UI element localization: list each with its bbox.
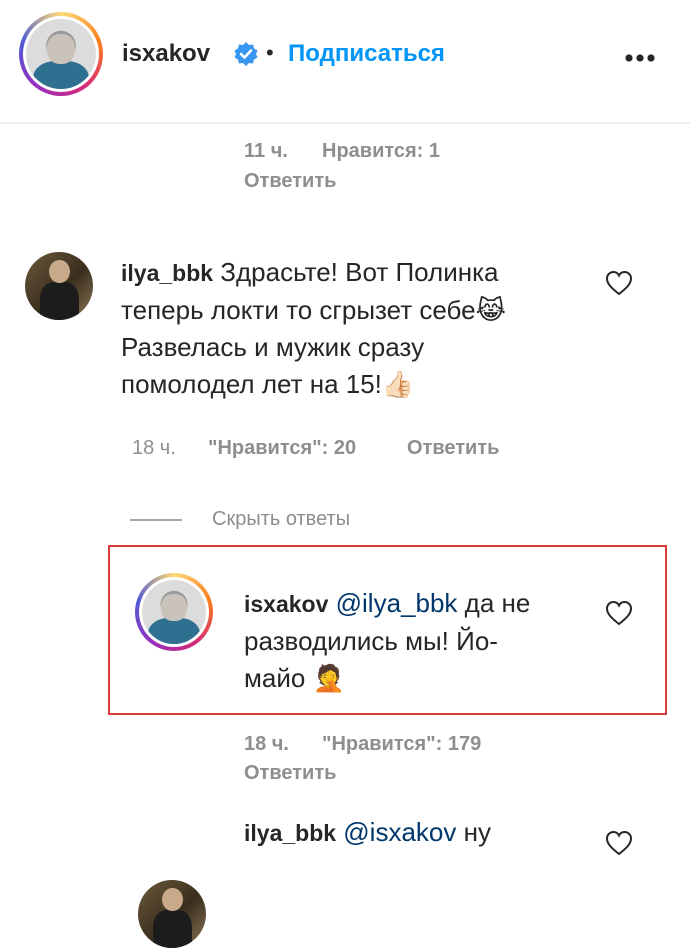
thumbs-up-emoji-icon: 👍🏻 (381, 369, 415, 399)
cat-laugh-emoji-icon: 😹 (475, 295, 506, 325)
header-divider (0, 122, 690, 124)
reply-text: ну (463, 817, 491, 847)
hide-replies-line (130, 519, 182, 521)
reply-button[interactable]: Ответить (407, 437, 499, 460)
reply-time: 18 ч. (244, 733, 289, 755)
header-username[interactable]: isxakov (122, 40, 210, 68)
mention-link[interactable]: @isxakov (343, 817, 456, 847)
reply-likes[interactable]: "Нравится": 179 (322, 733, 481, 756)
hide-replies-button[interactable]: Скрыть ответы (212, 508, 350, 531)
reply-body: isxakov @ilya_bbk да не разводились мы! … (244, 585, 564, 697)
comment-text-line: Здрасьте! Вот Полинка (220, 257, 499, 287)
mention-link[interactable]: @ilya_bbk (336, 588, 458, 618)
comment-text-line: теперь локти то сгрызет себе (121, 295, 476, 325)
reply-username[interactable]: isxakov (244, 591, 328, 617)
more-icon[interactable] (624, 50, 656, 68)
comment-body: ilya_bbk Здрасьте! Вот Полинка теперь ло… (121, 254, 581, 403)
header-dot: • (266, 40, 274, 65)
like-heart-icon[interactable] (605, 830, 633, 861)
header-avatar-ring[interactable] (19, 12, 103, 96)
avatar[interactable] (138, 880, 206, 948)
avatar (142, 580, 206, 644)
reply-text: разводились мы! Йо- (244, 626, 498, 656)
follow-button[interactable]: Подписаться (288, 40, 445, 68)
reply-text: майо (244, 663, 306, 693)
reply-username[interactable]: ilya_bbk (244, 820, 336, 846)
comment-username[interactable]: ilya_bbk (121, 260, 213, 286)
like-heart-icon[interactable] (605, 270, 633, 301)
reply-avatar-ring[interactable] (135, 573, 213, 651)
comment-time: 18 ч. (132, 437, 176, 459)
comment-text-line: Развелась и мужик сразу (121, 332, 425, 362)
verified-badge-icon (233, 41, 259, 72)
like-heart-icon[interactable] (605, 600, 633, 631)
reply-button[interactable]: Ответить (244, 762, 336, 785)
reply-text: да не (464, 588, 531, 618)
post-header: isxakov • Подписаться (0, 0, 690, 112)
reply-body: ilya_bbk @isxakov ну (244, 814, 564, 852)
avatar (26, 19, 96, 89)
facepalm-emoji-icon: 🤦 (312, 663, 345, 693)
reply-button[interactable]: Ответить (244, 170, 336, 193)
comment-time: 11 ч. (244, 140, 288, 162)
comment-likes[interactable]: Нравится: 1 (322, 140, 440, 163)
comment-text-line: помолодел лет на 15! (121, 369, 382, 399)
comment-likes[interactable]: "Нравится": 20 (208, 437, 356, 460)
avatar[interactable] (25, 252, 93, 320)
